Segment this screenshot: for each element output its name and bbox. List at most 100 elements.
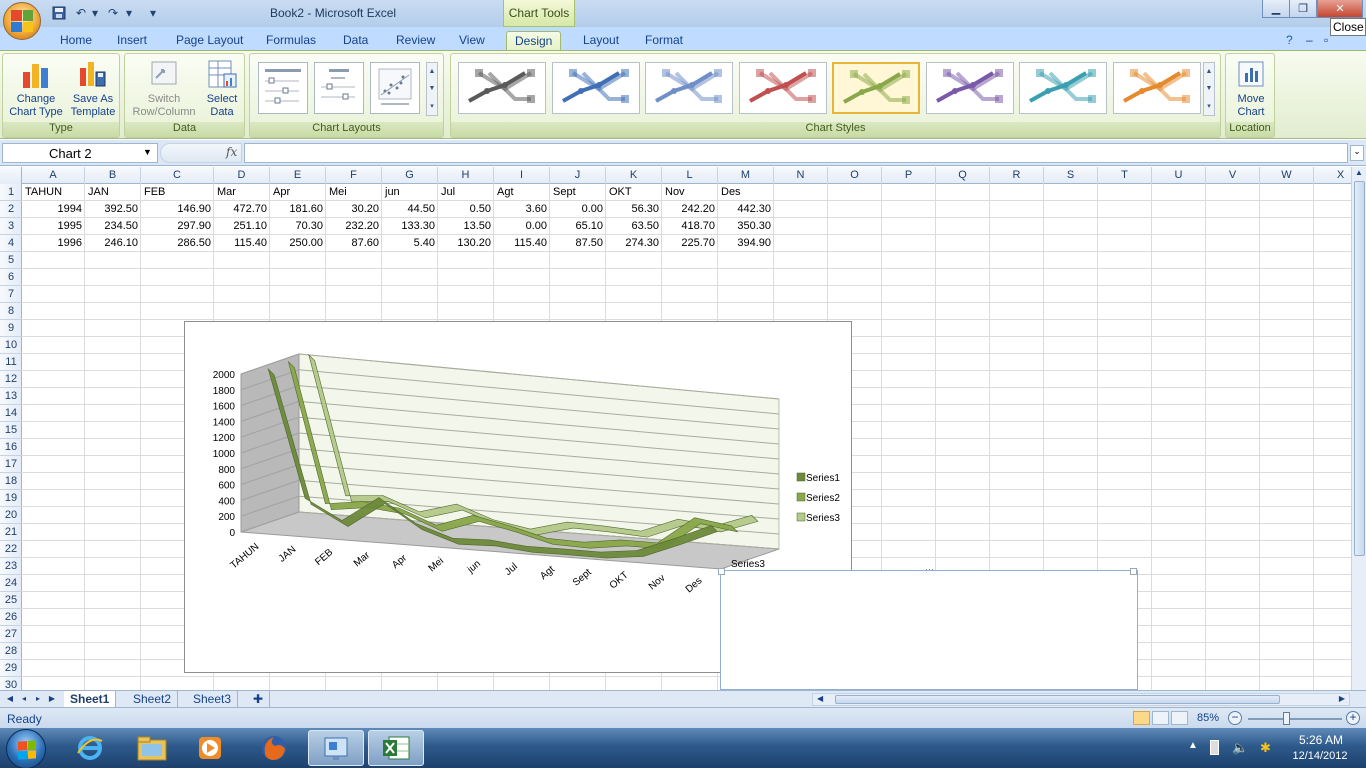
scroll-right-icon[interactable]: ▶ <box>1339 694 1345 703</box>
cell-j4[interactable]: 87.50 <box>550 235 606 252</box>
column-header-a[interactable]: A <box>22 167 85 184</box>
cell-d3[interactable]: 251.10 <box>214 218 270 235</box>
column-header-l[interactable]: L <box>662 167 718 184</box>
save-as-template-button[interactable]: Save As Template <box>65 58 121 119</box>
scroll-left-icon[interactable]: ◀ <box>817 694 823 703</box>
cell-g4[interactable]: 5.40 <box>382 235 438 252</box>
zoom-in-button[interactable]: + <box>1346 711 1360 725</box>
page-break-view-button[interactable] <box>1171 711 1188 725</box>
change-chart-type-button[interactable]: Change Chart Type <box>7 58 65 119</box>
cell-c2[interactable]: 146.90 <box>141 201 214 218</box>
zoom-slider[interactable] <box>1248 718 1342 720</box>
row-header-1[interactable]: 1 <box>0 184 22 201</box>
cell-b2[interactable]: 392.50 <box>85 201 141 218</box>
row-header-27[interactable]: 27 <box>0 626 22 643</box>
cell-b1[interactable]: JAN <box>85 184 141 201</box>
cell-f1[interactable]: Mei <box>326 184 382 201</box>
cell-a3[interactable]: 1995 <box>22 218 85 235</box>
cell-j3[interactable]: 65.10 <box>550 218 606 235</box>
chart-styles-scroll[interactable]: ▲ ▼ ▾ <box>1203 62 1215 116</box>
row-header-18[interactable]: 18 <box>0 473 22 490</box>
row-header-5[interactable]: 5 <box>0 252 22 269</box>
internet-explorer-icon[interactable] <box>62 730 118 766</box>
column-header-j[interactable]: J <box>550 167 606 184</box>
control-panel-icon[interactable] <box>308 730 364 766</box>
close-button[interactable]: ✕ <box>1317 0 1363 18</box>
normal-view-button[interactable] <box>1133 711 1150 725</box>
column-header-d[interactable]: D <box>214 167 270 184</box>
legend-label-series3[interactable]: Series3 <box>806 513 840 524</box>
column-header-f[interactable]: F <box>326 167 382 184</box>
cell-i1[interactable]: Agt <box>494 184 550 201</box>
tab-insert[interactable]: Insert <box>109 31 155 52</box>
tab-format[interactable]: Format <box>637 31 691 52</box>
row-header-6[interactable]: 6 <box>0 269 22 286</box>
cell-g3[interactable]: 133.30 <box>382 218 438 235</box>
cell-c4[interactable]: 286.50 <box>141 235 214 252</box>
cell-i2[interactable]: 3.60 <box>494 201 550 218</box>
cell-b3[interactable]: 234.50 <box>85 218 141 235</box>
cell-j2[interactable]: 0.00 <box>550 201 606 218</box>
show-hidden-icons-icon[interactable]: ▲ <box>1188 740 1198 751</box>
cell-m3[interactable]: 350.30 <box>718 218 774 235</box>
column-header-t[interactable]: T <box>1098 167 1152 184</box>
clock-time[interactable]: 5:26 AM <box>1290 733 1352 747</box>
expand-formula-bar-icon[interactable]: ⌄ <box>1350 145 1364 161</box>
zoom-slider-thumb[interactable] <box>1283 712 1290 725</box>
chart-style-8[interactable] <box>1112 62 1201 114</box>
row-header-14[interactable]: 14 <box>0 405 22 422</box>
media-player-icon[interactable] <box>182 730 238 766</box>
row-header-29[interactable]: 29 <box>0 660 22 677</box>
cell-j1[interactable]: Sept <box>550 184 606 201</box>
row-header-2[interactable]: 2 <box>0 201 22 218</box>
page-layout-view-button[interactable] <box>1152 711 1169 725</box>
save-icon[interactable] <box>50 4 68 22</box>
column-header-i[interactable]: I <box>494 167 550 184</box>
cell-m1[interactable]: Des <box>718 184 774 201</box>
row-header-22[interactable]: 22 <box>0 541 22 558</box>
sheet-tab-sheet1[interactable]: Sheet1 <box>64 691 117 707</box>
cell-m4[interactable]: 394.90 <box>718 235 774 252</box>
cell-k1[interactable]: OKT <box>606 184 662 201</box>
restore-button[interactable]: ❐ <box>1289 0 1317 18</box>
cell-a2[interactable]: 1994 <box>22 201 85 218</box>
cell-i3[interactable]: 0.00 <box>494 218 550 235</box>
cell-b4[interactable]: 246.10 <box>85 235 141 252</box>
firefox-icon[interactable] <box>246 730 302 766</box>
cell-a4[interactable]: 1996 <box>22 235 85 252</box>
network-icon[interactable]: ✱ <box>1260 740 1271 756</box>
sheet-tab-sheet2[interactable]: Sheet2 <box>127 691 179 707</box>
zoom-level[interactable]: 85% <box>1197 712 1219 724</box>
resize-handle-top-left[interactable] <box>718 568 725 575</box>
column-header-e[interactable]: E <box>270 167 326 184</box>
column-header-h[interactable]: H <box>438 167 494 184</box>
cell-k4[interactable]: 274.30 <box>606 235 662 252</box>
cell-k2[interactable]: 56.30 <box>606 201 662 218</box>
cell-g2[interactable]: 44.50 <box>382 201 438 218</box>
insert-sheet-icon[interactable]: ✚ <box>247 691 271 707</box>
column-header-c[interactable]: C <box>141 167 214 184</box>
row-header-4[interactable]: 4 <box>0 235 22 252</box>
first-sheet-icon[interactable]: ◀ <box>4 693 16 705</box>
row-header-28[interactable]: 28 <box>0 643 22 660</box>
row-header-12[interactable]: 12 <box>0 371 22 388</box>
chart-style-5[interactable] <box>832 62 920 114</box>
chart-layouts-scroll[interactable]: ▲ ▼ ▾ <box>426 62 438 116</box>
cell-l4[interactable]: 225.70 <box>662 235 718 252</box>
minimize-button[interactable]: ▁ <box>1262 0 1290 18</box>
row-header-25[interactable]: 25 <box>0 592 22 609</box>
start-button[interactable] <box>6 729 46 768</box>
cell-d2[interactable]: 472.70 <box>214 201 270 218</box>
row-header-23[interactable]: 23 <box>0 558 22 575</box>
tab-formulas[interactable]: Formulas <box>258 31 324 52</box>
cell-f3[interactable]: 232.20 <box>326 218 382 235</box>
column-header-x[interactable]: X <box>1314 167 1351 184</box>
cell-f2[interactable]: 30.20 <box>326 201 382 218</box>
row-header-16[interactable]: 16 <box>0 439 22 456</box>
column-header-w[interactable]: W <box>1260 167 1314 184</box>
chart-style-6[interactable] <box>925 62 1014 114</box>
switch-row-column-button[interactable]: Switch Row/Column <box>128 58 200 119</box>
tab-home[interactable]: Home <box>52 31 100 52</box>
cell-e4[interactable]: 250.00 <box>270 235 326 252</box>
horizontal-scroll-thumb[interactable] <box>835 695 1280 704</box>
